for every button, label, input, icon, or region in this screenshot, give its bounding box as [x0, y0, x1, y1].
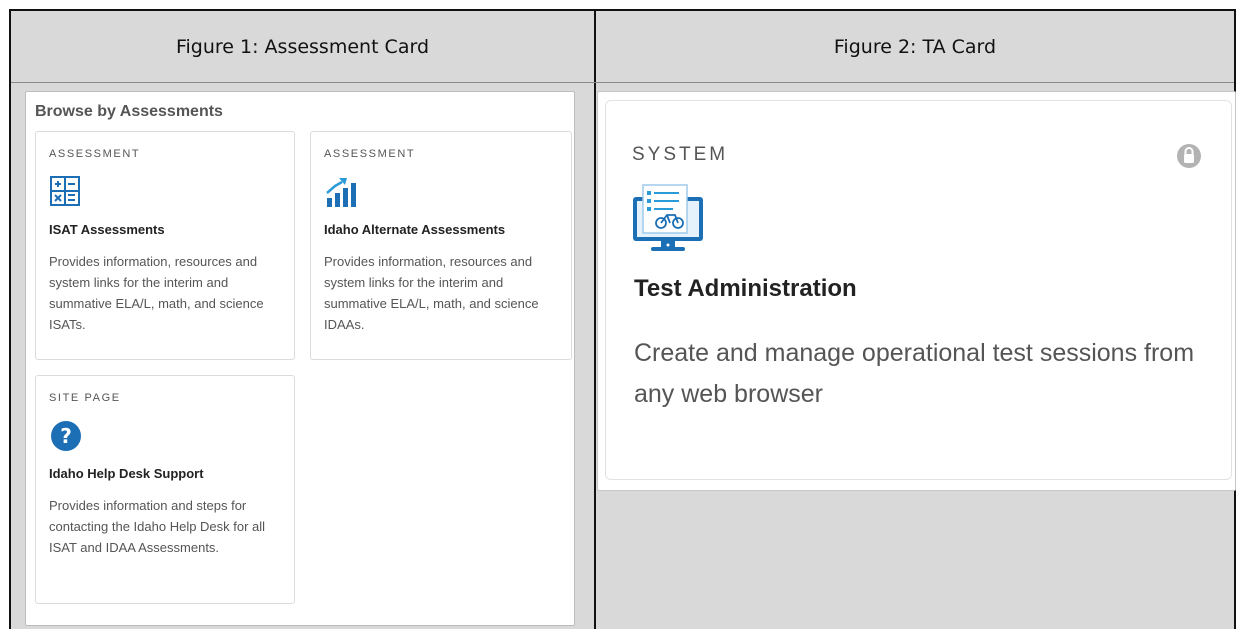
card-eyebrow: ASSESSMENT — [324, 148, 416, 160]
card-title: ISAT Assessments — [49, 222, 165, 237]
assessment-browse-panel: Browse by Assessments ASSESSMENT ISAT As — [25, 91, 575, 626]
header-row: Figure 1: Assessment Card Figure 2: TA C… — [11, 11, 1234, 83]
column-divider — [594, 11, 596, 629]
lock-icon — [1176, 143, 1202, 174]
monitor-checklist-icon — [631, 183, 705, 262]
figure1-header: Figure 1: Assessment Card — [175, 35, 430, 58]
card-description: Provides information, resources and syst… — [324, 254, 539, 332]
card-eyebrow: SYSTEM — [632, 144, 729, 165]
card-description: Provides information and steps for conta… — [49, 498, 266, 555]
question-icon: ? — [50, 420, 82, 457]
card-title: Idaho Help Desk Support — [49, 466, 204, 481]
card-title: Idaho Alternate Assessments — [324, 222, 506, 237]
svg-text:?: ? — [60, 424, 72, 448]
card-description: Provides information, resources and syst… — [49, 254, 264, 332]
idaho-alternate-assessments-card[interactable]: ASSESSMENT Idaho Alternate Assessments P… — [310, 131, 572, 360]
ta-card-panel: SYSTEM Test Administration Create and ma… — [597, 91, 1236, 491]
card-eyebrow: ASSESSMENT — [49, 148, 141, 160]
test-administration-card[interactable]: SYSTEM Test Administration Create and ma… — [605, 100, 1232, 480]
calculator-icon — [50, 176, 80, 211]
card-eyebrow: SITE PAGE — [49, 392, 121, 404]
figure2-header: Figure 2: TA Card — [833, 35, 997, 58]
browse-title: Browse by Assessments — [35, 103, 223, 120]
card-title: Test Administration — [634, 275, 857, 302]
idaho-help-desk-card[interactable]: SITE PAGE ? Idaho Help Desk Support Prov… — [35, 375, 295, 604]
figure-table: Figure 1: Assessment Card Figure 2: TA C… — [9, 9, 1236, 629]
bar-chart-growth-icon — [325, 176, 357, 213]
isat-assessments-card[interactable]: ASSESSMENT ISAT Assessments Provides inf… — [35, 131, 295, 360]
card-description: Create and manage operational test sessi… — [634, 339, 1195, 408]
